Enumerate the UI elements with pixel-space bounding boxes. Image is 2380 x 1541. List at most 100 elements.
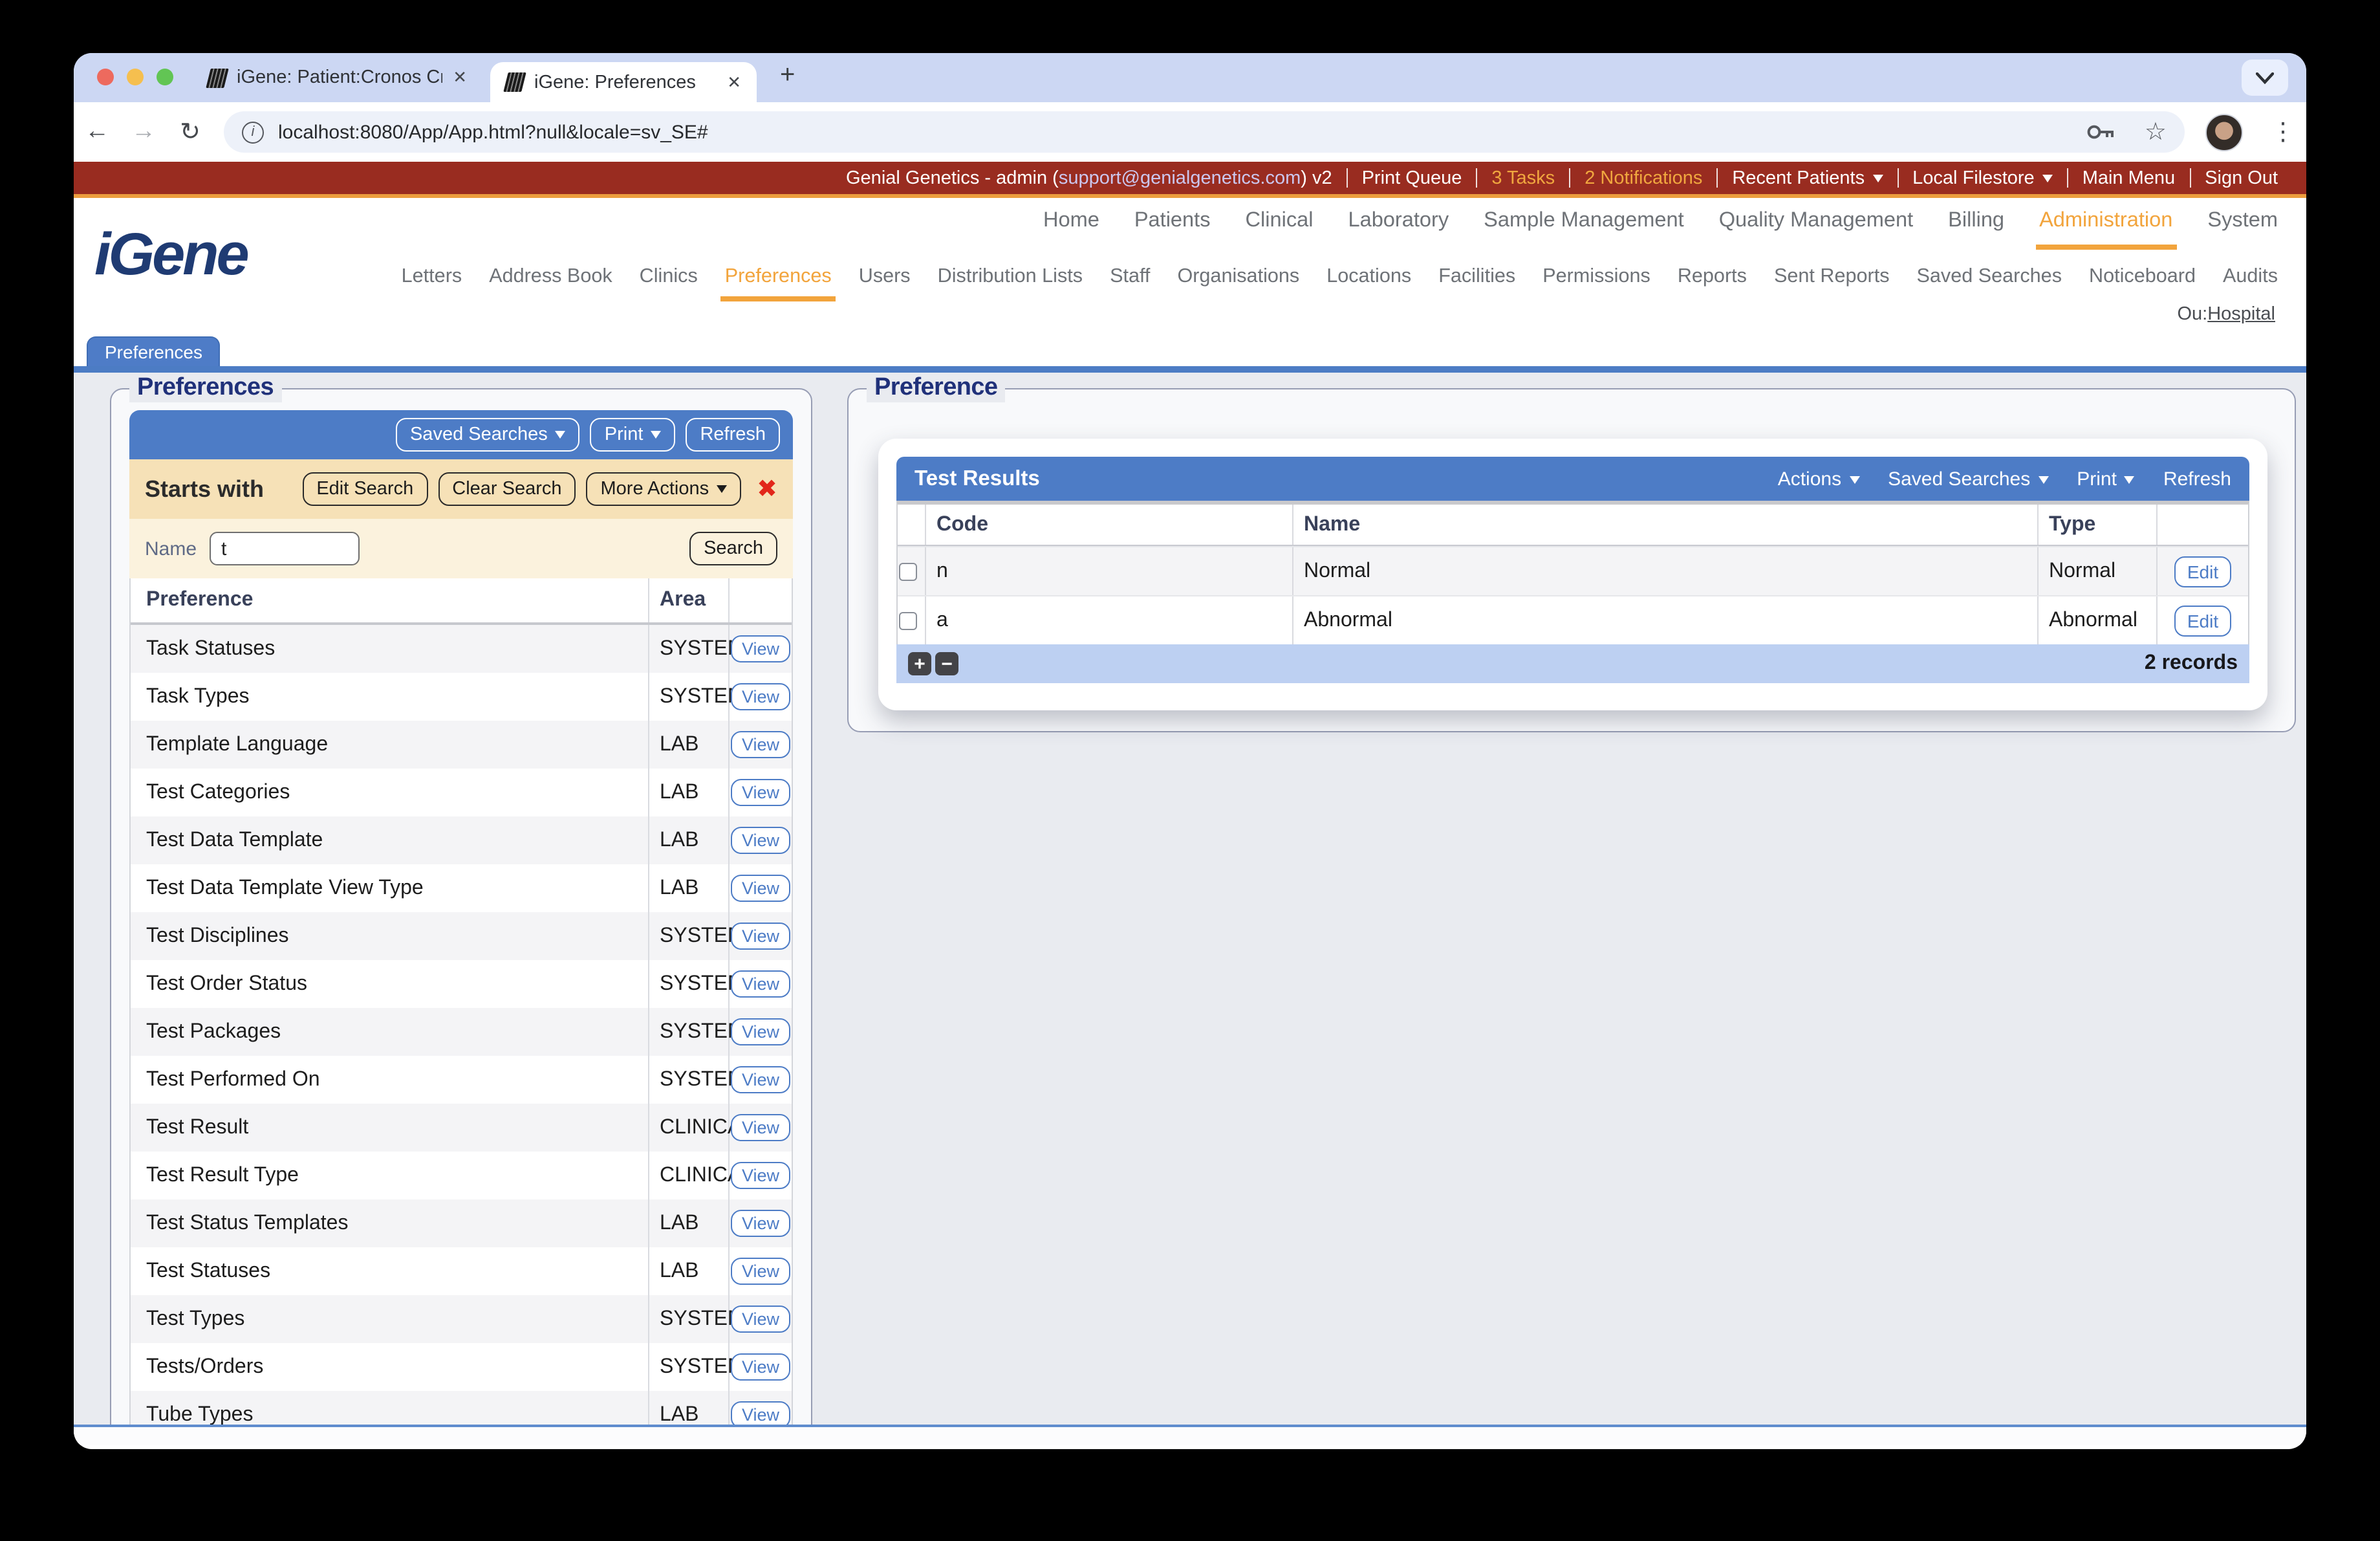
password-key-icon[interactable] bbox=[2085, 120, 2116, 144]
back-button[interactable]: ← bbox=[74, 118, 120, 146]
primary-nav-item[interactable]: Billing bbox=[1948, 208, 2004, 233]
secondary-nav-item[interactable]: Saved Searches bbox=[1917, 265, 2062, 289]
secondary-nav-item[interactable]: Address Book bbox=[489, 265, 612, 289]
edit-button[interactable]: Edit bbox=[2174, 556, 2232, 587]
view-button[interactable]: View bbox=[731, 1018, 790, 1045]
reload-button[interactable]: ↻ bbox=[167, 117, 213, 147]
info-icon[interactable]: i bbox=[242, 121, 264, 143]
address-bar[interactable]: i localhost:8080/App/App.html?null&local… bbox=[224, 111, 2185, 153]
preference-row: Task Statuses SYSTEM View bbox=[131, 625, 792, 673]
saved-searches-button[interactable]: Saved Searches bbox=[395, 418, 580, 452]
primary-nav-item[interactable]: Home bbox=[1043, 208, 1099, 233]
view-button[interactable]: View bbox=[731, 1306, 790, 1333]
primary-nav-item[interactable]: Laboratory bbox=[1348, 208, 1449, 233]
primary-nav-item[interactable]: Patients bbox=[1134, 208, 1211, 233]
tab-search-button[interactable] bbox=[2242, 60, 2288, 96]
view-button[interactable]: View bbox=[731, 1114, 790, 1141]
name-input[interactable] bbox=[210, 532, 360, 565]
view-button[interactable]: View bbox=[731, 923, 790, 950]
close-tab-icon[interactable]: ✕ bbox=[453, 67, 467, 88]
column-header-code[interactable]: Code bbox=[926, 505, 1293, 545]
column-header-area[interactable]: Area bbox=[649, 578, 730, 622]
view-button[interactable]: View bbox=[731, 1258, 790, 1285]
primary-nav-item[interactable]: Quality Management bbox=[1719, 208, 1913, 233]
secondary-nav-item[interactable]: Reports bbox=[1678, 265, 1747, 289]
bookmark-star-icon[interactable]: ☆ bbox=[2145, 117, 2167, 147]
secondary-nav-item[interactable]: Clinics bbox=[640, 265, 698, 289]
secondary-nav-item[interactable]: Staff bbox=[1110, 265, 1150, 289]
secondary-nav-item[interactable]: Noticeboard bbox=[2089, 265, 2196, 289]
new-tab-button[interactable]: + bbox=[780, 61, 795, 91]
main-menu-link[interactable]: Main Menu bbox=[2082, 168, 2175, 188]
view-button[interactable]: View bbox=[731, 1210, 790, 1237]
browser-menu-icon[interactable]: ⋮ bbox=[2264, 117, 2302, 147]
profile-avatar[interactable] bbox=[2205, 113, 2243, 151]
more-actions-button[interactable]: More Actions bbox=[586, 472, 742, 506]
close-search-icon[interactable]: ✖ bbox=[757, 474, 777, 504]
view-button[interactable]: View bbox=[731, 1066, 790, 1093]
primary-nav-item[interactable]: Clinical bbox=[1246, 208, 1314, 233]
view-button[interactable]: View bbox=[731, 779, 790, 806]
forward-button[interactable]: → bbox=[120, 118, 167, 146]
secondary-nav-item[interactable]: Locations bbox=[1326, 265, 1411, 289]
search-button[interactable]: Search bbox=[689, 532, 777, 565]
view-button[interactable]: View bbox=[731, 1353, 790, 1381]
name-field-label: Name bbox=[145, 538, 197, 560]
secondary-nav-item[interactable]: Sent Reports bbox=[1774, 265, 1890, 289]
edit-search-button[interactable]: Edit Search bbox=[302, 472, 428, 506]
add-record-button[interactable]: + bbox=[908, 652, 931, 675]
view-button[interactable]: View bbox=[731, 683, 790, 710]
clear-search-button[interactable]: Clear Search bbox=[438, 472, 576, 506]
remove-record-button[interactable]: − bbox=[935, 652, 958, 675]
view-button[interactable]: View bbox=[731, 827, 790, 854]
browser-tab-patient[interactable]: iGene: Patient:Cronos Cronos ✕ bbox=[193, 53, 482, 102]
ou-hospital-link[interactable]: Hospital bbox=[2207, 304, 2275, 325]
refresh-button[interactable]: Refresh bbox=[686, 418, 780, 452]
url-text[interactable]: localhost:8080/App/App.html?null&locale=… bbox=[278, 121, 2057, 143]
recent-patients-menu[interactable]: Recent Patients bbox=[1732, 168, 1883, 188]
print-menu[interactable]: Print bbox=[2077, 468, 2135, 490]
close-tab-icon[interactable]: ✕ bbox=[727, 72, 741, 93]
saved-searches-menu[interactable]: Saved Searches bbox=[1888, 468, 2049, 490]
view-button[interactable]: View bbox=[731, 731, 790, 758]
print-button[interactable]: Print bbox=[590, 418, 676, 452]
browser-tab-preferences[interactable]: iGene: Preferences ✕ bbox=[490, 62, 757, 102]
secondary-nav-item[interactable]: Permissions bbox=[1542, 265, 1650, 289]
secondary-nav-item[interactable]: Facilities bbox=[1438, 265, 1515, 289]
view-button[interactable]: View bbox=[731, 875, 790, 902]
caret-down-icon bbox=[717, 485, 728, 494]
primary-nav-item[interactable]: Administration bbox=[2035, 208, 2177, 250]
secondary-nav-item[interactable]: Letters bbox=[402, 265, 462, 289]
view-button[interactable]: View bbox=[731, 1401, 790, 1425]
actions-menu[interactable]: Actions bbox=[1778, 468, 1860, 490]
minimize-window-button[interactable] bbox=[127, 69, 144, 85]
secondary-nav-item[interactable]: Users bbox=[859, 265, 911, 289]
edit-button[interactable]: Edit bbox=[2174, 605, 2232, 636]
tasks-link[interactable]: 3 Tasks bbox=[1491, 168, 1555, 188]
secondary-nav-item[interactable]: Distribution Lists bbox=[938, 265, 1083, 289]
column-header-preference[interactable]: Preference bbox=[131, 578, 649, 622]
view-button[interactable]: View bbox=[731, 635, 790, 662]
view-button[interactable]: View bbox=[731, 1162, 790, 1189]
zoom-window-button[interactable] bbox=[157, 69, 173, 85]
divider bbox=[1897, 168, 1899, 188]
print-queue-link[interactable]: Print Queue bbox=[1362, 168, 1462, 188]
notifications-link[interactable]: 2 Notifications bbox=[1585, 168, 1702, 188]
column-header-type[interactable]: Type bbox=[2039, 505, 2158, 545]
account-email[interactable]: support@genialgenetics.com bbox=[1059, 168, 1301, 188]
close-window-button[interactable] bbox=[97, 69, 114, 85]
secondary-nav-item[interactable]: Preferences bbox=[720, 265, 836, 301]
primary-nav-item[interactable]: System bbox=[2207, 208, 2278, 233]
row-checkbox[interactable] bbox=[899, 611, 917, 629]
sign-out-link[interactable]: Sign Out bbox=[2205, 168, 2278, 188]
test-results-title: Test Results bbox=[914, 466, 1040, 490]
secondary-nav-item[interactable]: Organisations bbox=[1177, 265, 1299, 289]
refresh-link[interactable]: Refresh bbox=[2163, 468, 2231, 490]
column-header-name[interactable]: Name bbox=[1293, 505, 2039, 545]
local-filestore-menu[interactable]: Local Filestore bbox=[1912, 168, 2053, 188]
secondary-nav-item[interactable]: Audits bbox=[2223, 265, 2278, 289]
primary-nav-item[interactable]: Sample Management bbox=[1484, 208, 1684, 233]
view-button[interactable]: View bbox=[731, 970, 790, 998]
row-checkbox[interactable] bbox=[899, 562, 917, 580]
page-tab-preferences[interactable]: Preferences bbox=[87, 336, 221, 366]
